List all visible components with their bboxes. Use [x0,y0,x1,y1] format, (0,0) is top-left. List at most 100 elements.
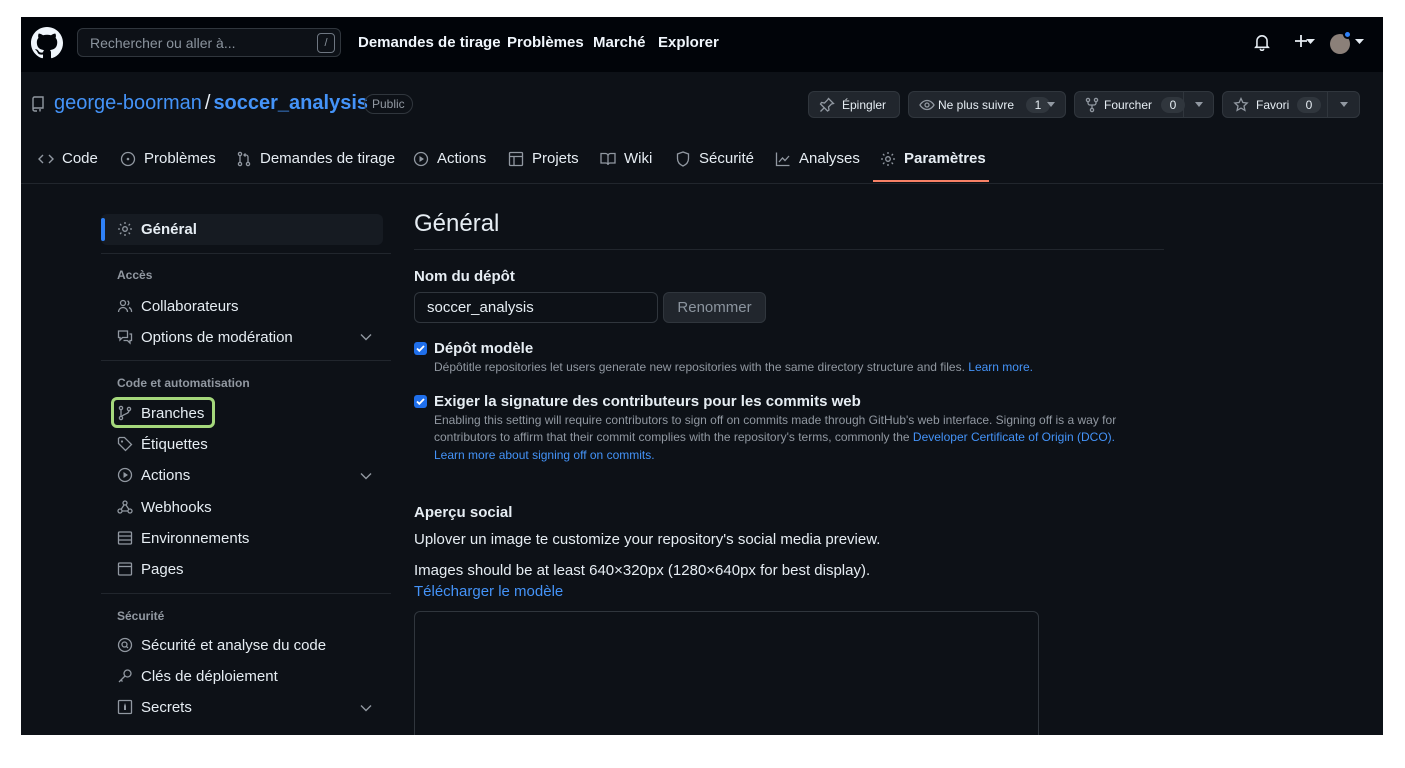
sidebar-item-environments[interactable]: Environnements [117,528,249,548]
caret-down-icon[interactable] [1306,39,1315,45]
visibility-badge: Public [364,94,413,114]
repo-title: george-boorman / soccer_analysis [54,92,368,115]
signoff-description-line-1: Enabling this setting will require contr… [434,413,1117,427]
caret-down-icon[interactable] [1355,39,1364,45]
notification-dot [1343,30,1352,39]
pin-button[interactable]: Épingler [808,91,900,118]
signoff-learn-more-link[interactable]: Learn more about signing off on commits. [434,447,655,465]
social-preview-title: Aperçu social [414,504,513,521]
watch-button[interactable]: Ne plus suivre 1 [908,91,1066,118]
tab-issues[interactable]: Problèmes [120,150,216,167]
pull-request-icon [236,151,252,167]
topnav-issues[interactable]: Problèmes [507,34,584,51]
signoff-checkbox[interactable] [414,395,427,408]
sidebar-item-secrets[interactable]: Secrets [117,697,192,717]
sidebar-item-label: Actions [141,466,191,484]
star-icon [1233,97,1249,113]
tab-security[interactable]: Sécurité [675,150,754,167]
tab-issues-label: Problèmes [144,150,216,167]
sidebar-item-label: Étiquettes [141,435,208,453]
repo-name-input[interactable]: soccer_analysis [414,292,658,323]
social-preview-size-note: Images should be at least 640×320px (128… [414,562,871,579]
watch-label: Ne plus suivre [938,98,1015,112]
search-placeholder: Rechercher ou aller à... [90,35,236,51]
gear-icon [880,151,896,167]
template-label: Dépôt modèle [434,340,534,357]
topnav-pull-requests[interactable]: Demandes de tirage [358,34,501,51]
template-description-text: Dépôtitle repositories let users generat… [434,360,965,374]
sidebar-item-label: Pages [141,560,184,578]
sidebar-divider [101,253,391,254]
sidebar-item-label: Clés de déploiement [141,667,278,685]
signoff-label: Exiger la signature des contributeurs po… [434,393,861,410]
play-icon [117,467,133,483]
repo-name-link[interactable]: soccer_analysis [213,92,368,114]
template-checkbox[interactable] [414,342,427,355]
fork-button[interactable]: Fourcher 0 [1074,91,1214,118]
caret-down-icon[interactable] [1195,102,1203,107]
sidebar-item-moderation[interactable]: Options de modération [117,327,293,347]
title-divider [414,249,1164,250]
tab-wiki-label: Wiki [624,150,653,167]
social-preview-image-box[interactable] [414,611,1039,735]
sidebar-item-code-security[interactable]: Sécurité et analyse du code [117,635,326,655]
key-icon [117,668,133,684]
repo-name-label: Nom du dépôt [414,268,515,285]
tab-security-label: Sécurité [699,150,755,167]
tab-settings[interactable]: Paramètres [880,150,986,167]
sidebar-item-actions[interactable]: Actions [117,465,190,485]
tag-icon [117,436,133,452]
webhook-icon [117,499,133,515]
caret-down-icon[interactable] [1340,102,1348,107]
sidebar-item-label: Webhooks [141,498,212,516]
tab-settings-label: Paramètres [904,150,986,167]
sidebar-item-pages[interactable]: Pages [117,559,184,579]
topnav-explore[interactable]: Explorer [658,34,719,51]
tab-wiki[interactable]: Wiki [600,150,652,167]
repo-owner-link[interactable]: george-boorman [54,92,202,114]
codescan-icon [117,637,133,653]
sidebar-section-access: Accès [117,268,153,282]
comment-discussion-icon [117,329,133,345]
chevron-down-icon[interactable] [360,472,372,480]
topnav-marketplace[interactable]: Marché [593,34,646,51]
dco-link[interactable]: Developer Certificate of Origin (DCO). [913,430,1115,444]
bell-icon[interactable] [1253,33,1271,51]
tab-insights[interactable]: Analyses [775,150,860,167]
chevron-down-icon[interactable] [360,704,372,712]
download-template-link[interactable]: Télécharger le modèle [414,583,563,600]
page-title: Général [414,210,500,237]
server-icon [117,530,133,546]
tab-code[interactable]: Code [38,150,98,167]
github-logo-icon[interactable] [31,27,63,59]
browser-icon [117,561,133,577]
tab-actions[interactable]: Actions [413,150,486,167]
sidebar-divider [101,360,391,361]
rename-button[interactable]: Renommer [663,292,766,323]
issue-icon [120,151,136,167]
sidebar-item-label: Options de modération [141,328,293,346]
sidebar-item-collaborators[interactable]: Collaborateurs [117,296,239,316]
sidebar-item-deploy-keys[interactable]: Clés de déploiement [117,666,278,686]
tab-projects[interactable]: Projets [508,150,579,167]
template-learn-more-link[interactable]: Learn more. [968,360,1033,374]
sidebar-item-tags[interactable]: Étiquettes [117,434,208,454]
chevron-down-icon[interactable] [360,333,372,341]
sidebar-item-label: Environnements [141,529,250,547]
sidebar-item-general[interactable]: Général [117,219,197,239]
star-button[interactable]: Favori 0 [1222,91,1360,118]
active-tab-indicator [873,180,989,182]
tab-pull-requests[interactable]: Demandes de tirage [236,150,395,167]
eye-icon [919,97,935,113]
repo-icon [31,96,45,112]
repo-nav: Code Problèmes Demandes de tirage Action… [21,137,1383,184]
search-shortcut-key: / [317,33,335,53]
search-input[interactable]: Rechercher ou aller à... / [77,28,341,57]
tab-projects-label: Projets [532,150,579,167]
sidebar-item-webhooks[interactable]: Webhooks [117,497,212,517]
social-preview-description: Uplover un image te customize your repos… [414,531,881,548]
book-icon [600,151,616,167]
play-icon [413,151,429,167]
sidebar-section-code: Code et automatisation [117,376,250,390]
gear-icon [117,221,133,237]
